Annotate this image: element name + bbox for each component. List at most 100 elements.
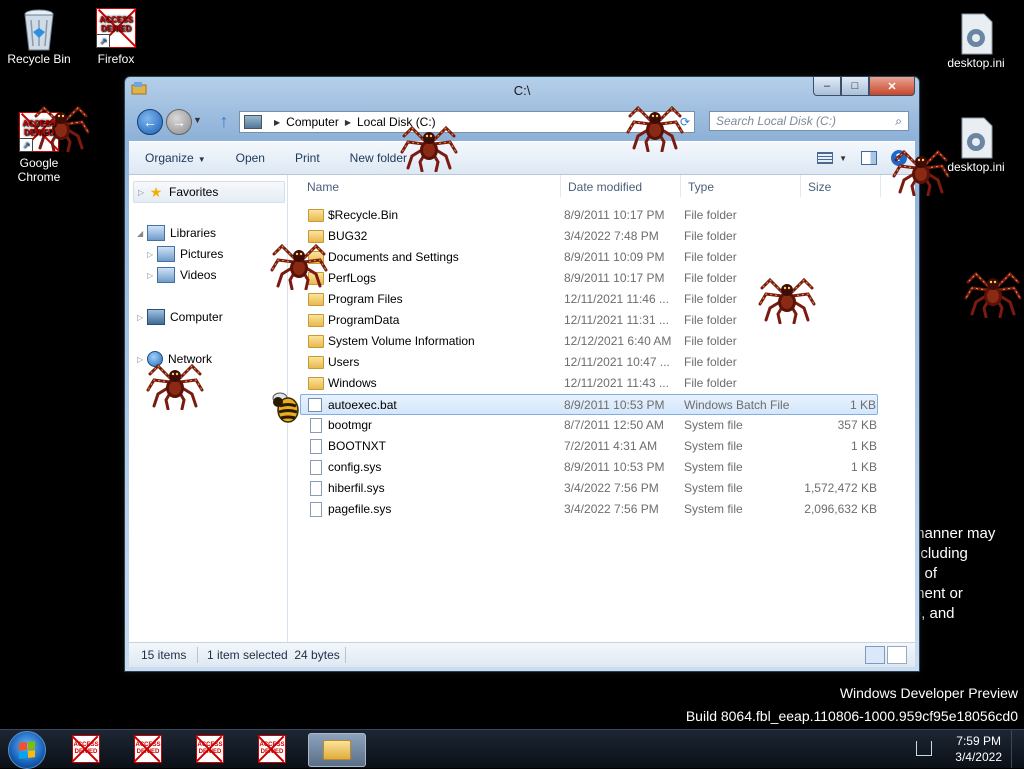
file-date-modified: 12/11/2021 11:46 ...	[564, 292, 669, 306]
text-line: ncluding	[912, 545, 968, 562]
file-row[interactable]: Users 12/11/2021 10:47 ... File folder	[288, 352, 915, 373]
logo-quadrant	[27, 749, 35, 758]
new-folder-button[interactable]: New folder	[335, 151, 422, 165]
chevron-down-icon: ▼	[197, 155, 206, 164]
file-icon	[310, 439, 322, 454]
column-header-date[interactable]: Date modified	[568, 180, 642, 194]
file-name: hiberfil.sys	[328, 481, 385, 495]
show-desktop-button[interactable]	[1011, 730, 1024, 768]
search-icon[interactable]: ⌕	[895, 114, 902, 129]
batch-file-icon	[308, 398, 322, 412]
folder-icon	[308, 251, 324, 264]
up-button[interactable]: ↑	[215, 111, 233, 131]
file-row[interactable]: Program Files 12/11/2021 11:46 ... File fo…	[288, 289, 915, 310]
organize-button[interactable]: Organize ▼	[129, 151, 221, 165]
column-header-size[interactable]: Size	[808, 180, 831, 194]
network-tray-icon[interactable]	[916, 741, 932, 756]
column-header-type[interactable]: Type	[688, 180, 714, 194]
file-row[interactable]: Documents and Settings 8/9/2011 10:09 PM F…	[288, 247, 915, 268]
help-icon[interactable]: ?	[891, 150, 907, 166]
file-row[interactable]: System Volume Information 12/12/2021 6:40…	[288, 331, 915, 352]
system-clock[interactable]: 7:59 PM 3/4/2022	[955, 733, 1002, 765]
desktop-icon-desktop-ini-2[interactable]: desktop.ini	[940, 116, 1012, 174]
file-date-modified: 3/4/2022 7:56 PM	[564, 502, 659, 516]
expand-icon[interactable]: ▷	[147, 271, 157, 280]
breadcrumb-computer[interactable]: Computer	[286, 115, 339, 129]
desktop-icon-google-chrome[interactable]: ACCESS DENIED ↗ Google Chrome	[3, 112, 75, 184]
desktop-icon-recycle-bin[interactable]: Recycle Bin	[3, 8, 75, 66]
nav-favorites[interactable]: ▷ ★ Favorites	[133, 181, 285, 203]
file-row[interactable]: autoexec.bat 8/9/2011 10:53 PM Windows Bat…	[300, 394, 878, 415]
text-line: e of	[912, 565, 938, 582]
title-bar[interactable]: C:\ – □ ✕	[125, 77, 919, 107]
file-name: $Recycle.Bin	[328, 208, 399, 222]
column-divider[interactable]	[800, 175, 801, 197]
file-row[interactable]: BOOTNXT 7/2/2011 4:31 AM System file 1 KB	[288, 436, 915, 457]
details-view-button[interactable]	[865, 646, 885, 664]
nav-libraries[interactable]: ◢ Libraries	[137, 225, 216, 241]
close-button[interactable]: ✕	[869, 77, 915, 96]
nav-network[interactable]: ▷ Network	[137, 351, 212, 367]
search-input[interactable]: Search Local Disk (C:) ⌕	[709, 111, 909, 131]
windows-logo-icon	[19, 741, 35, 759]
file-row[interactable]: PerfLogs 8/9/2011 10:17 PM File folder	[288, 268, 915, 289]
column-divider[interactable]	[680, 175, 681, 197]
file-row[interactable]: ProgramData 12/11/2021 11:31 ... File fold…	[288, 310, 915, 331]
column-header-name[interactable]: Name	[307, 180, 339, 194]
file-row[interactable]: Windows 12/11/2021 11:43 ... File folder	[288, 373, 915, 394]
expand-icon[interactable]: ▷	[138, 188, 148, 197]
breadcrumb-separator-icon[interactable]: ▶	[274, 118, 280, 127]
collapse-icon[interactable]: ◢	[137, 229, 147, 238]
back-button[interactable]: ←	[137, 109, 163, 135]
chevron-down-icon[interactable]: ▼	[839, 154, 847, 163]
recent-pages-dropdown[interactable]: ▼	[193, 115, 202, 125]
breadcrumb-local-disk[interactable]: Local Disk (C:)	[357, 115, 436, 129]
nav-pictures[interactable]: ▷ Pictures	[147, 246, 223, 262]
taskbar-explorer-button[interactable]	[308, 733, 366, 767]
desktop-icon-firefox[interactable]: ACCESS DENIED ↗ Firefox	[80, 8, 152, 66]
start-button[interactable]	[8, 731, 46, 769]
file-row[interactable]: hiberfil.sys 3/4/2022 7:56 PM System file 1…	[288, 478, 915, 499]
expand-icon[interactable]: ▷	[147, 250, 157, 259]
desktop-icon-desktop-ini-1[interactable]: desktop.ini	[940, 12, 1012, 70]
nav-computer[interactable]: ▷ Computer	[137, 309, 223, 325]
nav-label: Libraries	[170, 226, 217, 240]
large-icons-view-button[interactable]	[887, 646, 907, 664]
preview-pane-icon[interactable]	[861, 151, 877, 165]
forward-button[interactable]: →	[166, 109, 192, 135]
breadcrumb-separator-icon[interactable]: ▶	[345, 118, 351, 127]
file-row[interactable]: $Recycle.Bin 8/9/2011 10:17 PM File folder	[288, 205, 915, 226]
expand-icon[interactable]: ▷	[137, 355, 147, 364]
desktop-icon-label: Google Chrome	[17, 156, 61, 184]
desktop-icon-label: Firefox	[97, 52, 135, 66]
taskbar-pinned-app-2[interactable]: ACCESS DENIED	[126, 733, 170, 765]
spider-decoration-icon	[964, 262, 1022, 318]
column-divider[interactable]	[880, 175, 881, 197]
file-row[interactable]: config.sys 8/9/2011 10:53 PM System file 1 …	[288, 457, 915, 478]
file-icon	[310, 502, 322, 517]
file-row[interactable]: bootmgr 8/7/2011 12:50 AM System file 357 K…	[288, 415, 915, 436]
taskbar-pinned-app-1[interactable]: ACCESS DENIED	[64, 733, 108, 765]
libraries-icon	[147, 225, 165, 241]
taskbar-pinned-app-4[interactable]: ACCESS DENIED	[250, 733, 294, 765]
organize-label: Organize	[145, 151, 194, 165]
access-denied-icon: ACCESS DENIED ↗	[96, 8, 136, 48]
file-row[interactable]: BUG32 3/4/2022 7:48 PM File folder	[288, 226, 915, 247]
open-button[interactable]: Open	[221, 151, 280, 165]
access-denied-icon: ACCESS DENIED ↗	[19, 112, 59, 152]
taskbar-pinned-app-3[interactable]: ACCESS DENIED	[188, 733, 232, 765]
maximize-button[interactable]: □	[841, 77, 869, 96]
access-denied-text: ACCESS DENIED	[22, 119, 56, 137]
nav-videos[interactable]: ▷ Videos	[147, 267, 216, 283]
expand-icon[interactable]: ▷	[137, 313, 147, 322]
minimize-button[interactable]: –	[813, 77, 841, 96]
print-button[interactable]: Print	[280, 151, 335, 165]
folder-icon	[308, 293, 324, 306]
file-name: Users	[328, 355, 360, 369]
file-type: File folder	[684, 376, 737, 390]
refresh-icon[interactable]: ⟳	[676, 115, 694, 129]
column-divider[interactable]	[560, 175, 561, 197]
change-view-icon[interactable]	[817, 152, 834, 164]
file-row[interactable]: pagefile.sys 3/4/2022 7:56 PM System file 2…	[288, 499, 915, 520]
address-bar[interactable]: ▶ Computer ▶ Local Disk (C:) ⟳	[239, 111, 695, 133]
